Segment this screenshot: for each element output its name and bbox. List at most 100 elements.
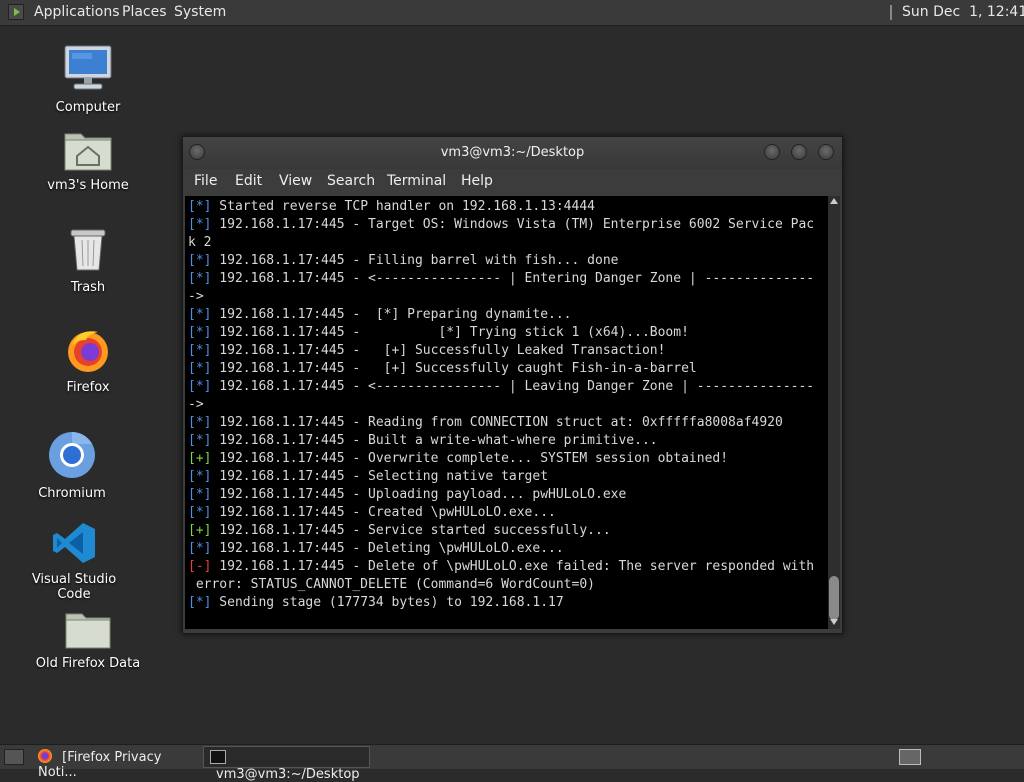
status-tag: [*]	[188, 253, 212, 268]
menu-search[interactable]: Search	[327, 173, 375, 189]
desktop-icon-label: Computer	[55, 100, 121, 115]
line-text: 192.168.1.17:445 - Reading from CONNECTI…	[211, 415, 783, 430]
workspace-switcher[interactable]	[899, 749, 921, 765]
line-text: 192.168.1.17:445 - [*] Trying stick 1 (x…	[211, 325, 689, 340]
terminal-output[interactable]: [*] Started reverse TCP handler on 192.1…	[185, 196, 828, 629]
terminal-line: [*] 192.168.1.17:445 - Selecting native …	[188, 468, 828, 486]
desktop-icon-label: vm3's Home	[47, 178, 129, 193]
applications-menu[interactable]: Applications	[34, 4, 120, 20]
desktop-icon-label: Old Firefox Data	[35, 656, 141, 671]
status-tag: [*]	[188, 307, 212, 322]
desktop-icon-label: Chromium	[38, 486, 106, 501]
top-panel: Applications Places System Sun Dec 1, 12…	[0, 0, 1024, 26]
trash-icon	[70, 229, 106, 271]
terminal-line: [+] 192.168.1.17:445 - Service started s…	[188, 522, 828, 540]
terminal-icon	[210, 750, 226, 764]
firefox-icon	[38, 749, 52, 763]
chromium-icon	[49, 432, 95, 478]
line-text: 192.168.1.17:445 - Overwrite complete...…	[211, 451, 729, 466]
line-text: 192.168.1.17:445 - [*] Preparing dynamit…	[211, 307, 572, 322]
status-tag: [*]	[188, 325, 212, 340]
panel-separator	[890, 5, 892, 20]
status-tag: [*]	[188, 271, 212, 286]
desktop-icon-chromium[interactable]: Chromium	[12, 430, 132, 501]
status-tag: [*]	[188, 415, 212, 430]
terminal-line: [*] 192.168.1.17:445 - [+] Successfully …	[188, 360, 828, 378]
line-text: 192.168.1.17:445 - Filling barrel with f…	[211, 253, 619, 268]
menu-file[interactable]: File	[194, 173, 217, 189]
menu-edit[interactable]: Edit	[235, 173, 262, 189]
show-desktop-icon[interactable]	[4, 749, 24, 765]
window-titlebar[interactable]: vm3@vm3:~/Desktop	[183, 137, 842, 169]
desktop-icon-firefox[interactable]: Firefox	[28, 326, 148, 395]
terminal-line: [*] 192.168.1.17:445 - [*] Preparing dyn…	[188, 306, 828, 324]
terminal-line: [*] 192.168.1.17:445 - Target OS: Window…	[188, 216, 828, 234]
line-text: k 2	[188, 235, 212, 250]
line-text: ->	[188, 397, 204, 412]
home-folder-icon	[64, 133, 112, 171]
scroll-up-icon[interactable]	[830, 198, 838, 204]
terminal-line: [*] 192.168.1.17:445 - [*] Trying stick …	[188, 324, 828, 342]
status-tag: [*]	[188, 199, 212, 214]
status-tag: [-]	[188, 559, 212, 574]
terminal-line: ->	[188, 396, 828, 414]
status-tag: [*]	[188, 343, 212, 358]
desktop-icon-label: Firefox	[66, 380, 110, 395]
terminal-line: [*] 192.168.1.17:445 - [+] Successfully …	[188, 342, 828, 360]
desktop-icon-home[interactable]: vm3's Home	[28, 126, 148, 193]
terminal-line: [*] 192.168.1.17:445 - Filling barrel wi…	[188, 252, 828, 270]
terminal-line: [*] 192.168.1.17:445 - Uploading payload…	[188, 486, 828, 504]
status-tag: [*]	[188, 379, 212, 394]
taskbar-button-terminal[interactable]: vm3@vm3:~/Desktop	[203, 746, 370, 782]
desktop-icon-old-firefox-data[interactable]: Old Firefox Data	[28, 608, 148, 671]
terminal-line: [*] Started reverse TCP handler on 192.1…	[188, 198, 828, 216]
line-text: 192.168.1.17:445 - Selecting native targ…	[211, 469, 549, 484]
line-text: ->	[188, 289, 204, 304]
line-text: Sending stage (177734 bytes) to 192.168.…	[211, 595, 564, 610]
status-tag: [*]	[188, 433, 212, 448]
menu-terminal[interactable]: Terminal	[387, 173, 446, 189]
desktop-icon-label: Trash	[70, 280, 106, 295]
terminal-line: [*] 192.168.1.17:445 - <----------------…	[188, 378, 828, 396]
scroll-down-icon[interactable]	[830, 619, 838, 625]
line-text: 192.168.1.17:445 - <---------------- | L…	[211, 379, 815, 394]
places-menu[interactable]: Places	[122, 4, 167, 20]
window-title: vm3@vm3:~/Desktop	[440, 145, 585, 160]
line-text: 192.168.1.17:445 - Uploading payload... …	[211, 487, 627, 502]
status-tag: [+]	[188, 523, 212, 538]
desktop-icon-trash[interactable]: Trash	[28, 226, 148, 295]
maximize-icon[interactable]	[791, 144, 807, 160]
line-text: 192.168.1.17:445 - Built a write-what-wh…	[211, 433, 658, 448]
applications-menu-icon[interactable]	[8, 4, 24, 20]
terminal-line: [-] 192.168.1.17:445 - Delete of \pwHULo…	[188, 558, 828, 576]
scrollbar-thumb[interactable]	[829, 576, 839, 620]
computer-icon	[64, 45, 112, 90]
terminal-line: [*] 192.168.1.17:445 - Built a write-wha…	[188, 432, 828, 450]
terminal-window[interactable]: vm3@vm3:~/Desktop File Edit View Search …	[182, 136, 843, 634]
taskbar-button-firefox[interactable]: [Firefox Privacy Noti...	[32, 746, 202, 780]
terminal-line: [*] 192.168.1.17:445 - Reading from CONN…	[188, 414, 828, 432]
line-text: 192.168.1.17:445 - <---------------- | E…	[211, 271, 815, 286]
menu-help[interactable]: Help	[461, 173, 493, 189]
firefox-icon	[68, 331, 108, 372]
desktop-icon-computer[interactable]: Computer	[28, 44, 148, 115]
terminal-scrollbar[interactable]	[828, 196, 840, 629]
close-icon[interactable]	[818, 144, 834, 160]
status-tag: [+]	[188, 451, 212, 466]
line-text: 192.168.1.17:445 - Target OS: Windows Vi…	[211, 217, 815, 232]
clock[interactable]: Sun Dec 1, 12:41 PM	[902, 4, 1024, 20]
desktop-icon-vscode[interactable]: Visual Studio Code	[14, 520, 134, 602]
minimize-icon[interactable]	[764, 144, 780, 160]
taskbar-label: vm3@vm3:~/Desktop	[216, 767, 360, 782]
terminal-menubar: File Edit View Search Terminal Help	[183, 169, 842, 196]
line-text: 192.168.1.17:445 - [+] Successfully Leak…	[211, 343, 666, 358]
line-text: Started reverse TCP handler on 192.168.1…	[211, 199, 595, 214]
line-text: 192.168.1.17:445 - Created \pwHULoLO.exe…	[211, 505, 556, 520]
status-tag: [*]	[188, 217, 212, 232]
folder-icon	[65, 613, 111, 649]
status-tag: [*]	[188, 361, 212, 376]
menu-view[interactable]: View	[279, 173, 312, 189]
system-menu[interactable]: System	[174, 4, 226, 20]
desktop-icon-label: Visual Studio Code	[31, 572, 117, 602]
line-text: 192.168.1.17:445 - Delete of \pwHULoLO.e…	[211, 559, 815, 574]
